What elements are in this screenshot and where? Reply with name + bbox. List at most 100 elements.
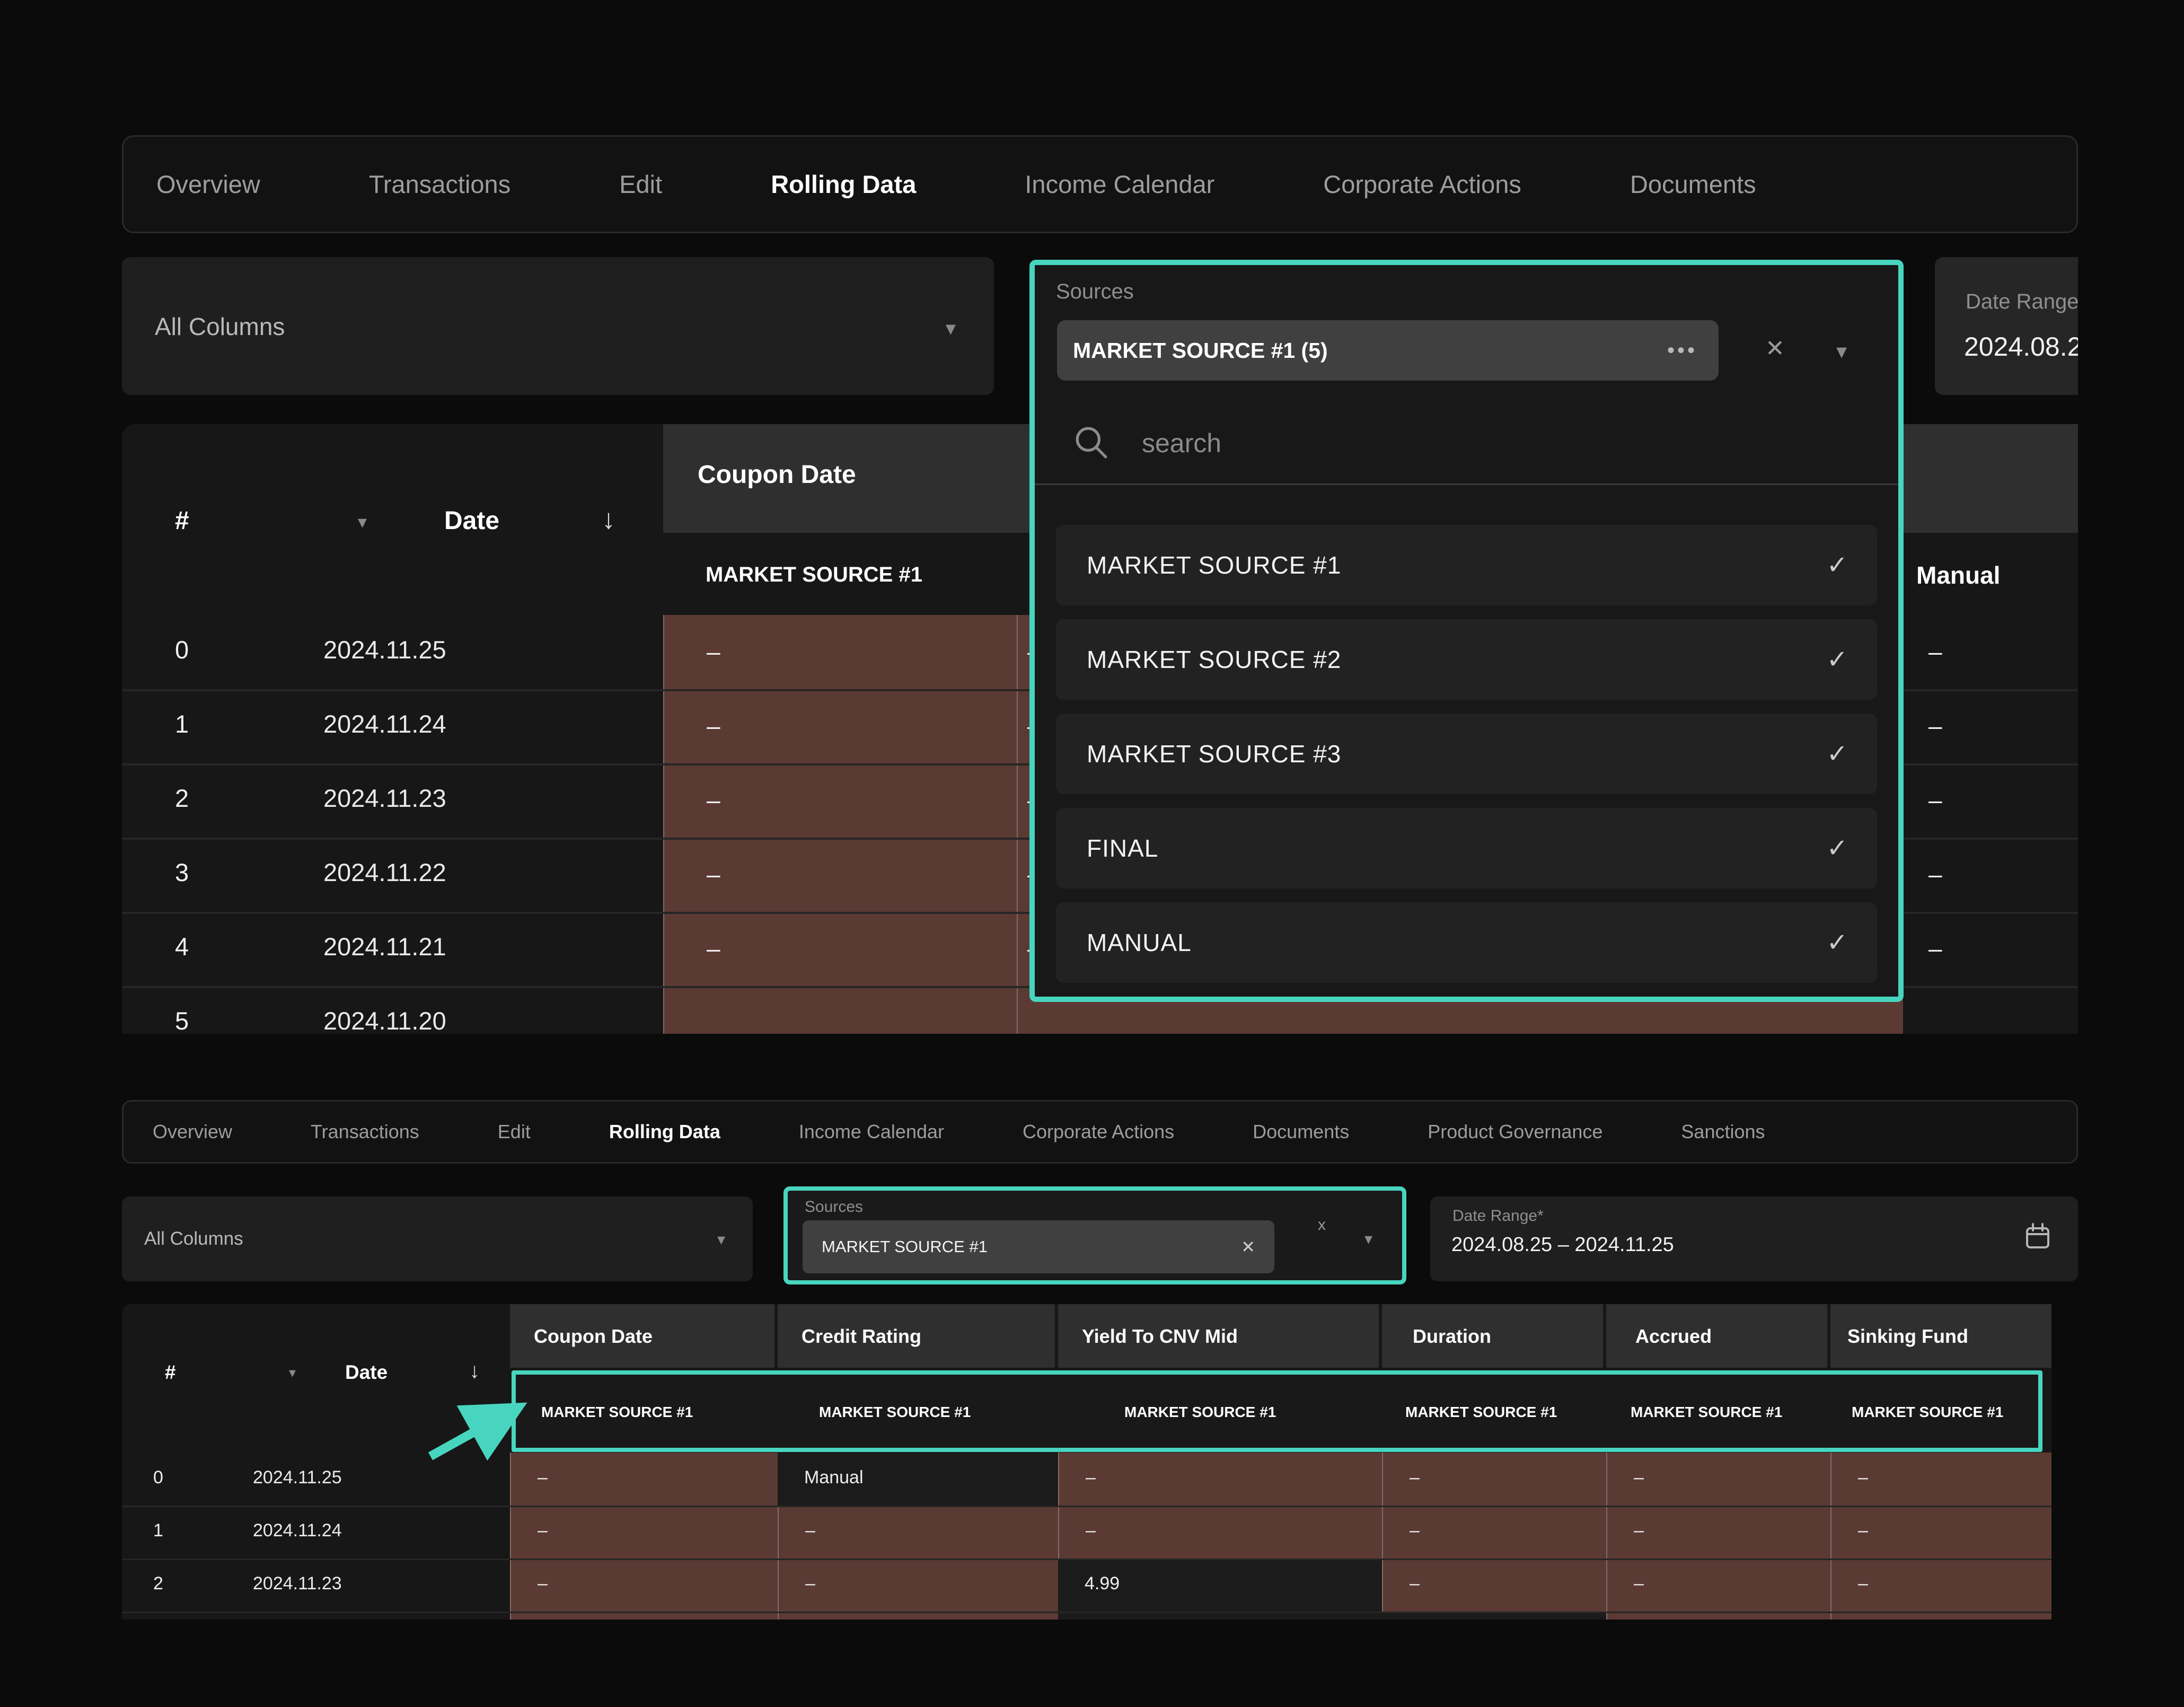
chevron-down-icon[interactable]: ▾ — [717, 1230, 725, 1249]
option-final[interactable]: FINAL ✓ — [1056, 808, 1877, 888]
row-date: 2024.11.23 — [323, 784, 446, 813]
page: Overview Transactions Edit Rolling Data … — [0, 0, 2184, 1707]
row-index: 5 — [175, 1006, 189, 1034]
sources-chip[interactable]: MARKET SOURCE #1 (5) ••• — [1057, 320, 1719, 381]
row-index: 1 — [175, 709, 189, 738]
column-header: Coupon Date — [510, 1304, 774, 1368]
sources-chip[interactable]: MARKET SOURCE #1 ✕ — [803, 1220, 1274, 1273]
tab-documents[interactable]: Documents — [1253, 1121, 1349, 1143]
sort-descending-icon[interactable]: ↓ — [469, 1359, 480, 1383]
table-cell: – — [1382, 1559, 1606, 1612]
tab-edit[interactable]: Edit — [619, 170, 662, 199]
row-index: 1 — [153, 1520, 163, 1541]
tab-documents[interactable]: Documents — [1630, 170, 1756, 199]
bottom-tab-bar: Overview Transactions Edit Rolling Data … — [122, 1100, 2078, 1164]
tab-rolling-data[interactable]: Rolling Data — [609, 1121, 720, 1143]
tab-edit[interactable]: Edit — [498, 1121, 531, 1143]
tab-income-calendar[interactable]: Income Calendar — [1025, 170, 1214, 199]
chevron-down-icon[interactable]: ▾ — [946, 316, 956, 340]
column-header: Sinking Fund — [1830, 1304, 2051, 1368]
option-market-source-1[interactable]: MARKET SOURCE #1 ✓ — [1056, 525, 1877, 605]
check-icon: ✓ — [1827, 550, 1848, 580]
table-cell: – — [778, 1559, 1058, 1612]
table-cell: – — [1928, 637, 1942, 666]
row-date: 2024.11.25 — [323, 635, 446, 664]
row-date: 2024.11.22 — [323, 858, 446, 887]
rolling-data-table: Coupon Date Credit Rating Yield To CNV M… — [122, 1304, 2051, 1620]
clear-icon[interactable]: ✕ — [1765, 335, 1785, 362]
row-date: 2024.11.23 — [253, 1573, 342, 1594]
row-index: 4 — [175, 932, 189, 961]
index-caret-icon[interactable]: ▾ — [358, 512, 367, 533]
sources-label: Sources — [805, 1198, 863, 1216]
table-cell: – — [510, 1559, 778, 1612]
sort-descending-icon[interactable]: ↓ — [602, 504, 615, 535]
sources-chip-label: MARKET SOURCE #1 — [822, 1237, 988, 1256]
option-market-source-3[interactable]: MARKET SOURCE #3 ✓ — [1056, 714, 1877, 794]
table-cell: – — [1830, 1453, 2051, 1506]
tab-overview[interactable]: Overview — [153, 1121, 232, 1143]
date-range-field[interactable]: Date Range 2024.08.25 — [1935, 257, 2078, 395]
check-icon: ✓ — [1827, 833, 1848, 863]
tab-sanctions[interactable]: Sanctions — [1681, 1121, 1765, 1143]
table-cell: – — [663, 912, 1017, 986]
source-row-highlight: MARKET SOURCE #1 MARKET SOURCE #1 MARKET… — [512, 1370, 2042, 1452]
sources-dropdown: Sources MARKET SOURCE #1 (5) ••• ✕ ▾ MAR… — [1029, 260, 1904, 1002]
subheader-market-source-1: MARKET SOURCE #1 — [706, 563, 922, 587]
row-date: 2024.11.25 — [253, 1467, 342, 1488]
date-range-label: Date Range* — [1452, 1207, 1544, 1225]
all-columns-value: All Columns — [155, 312, 285, 341]
table-cell: – — [1606, 1453, 1830, 1506]
sources-label: Sources — [1056, 280, 1134, 304]
option-market-source-2[interactable]: MARKET SOURCE #2 ✓ — [1056, 619, 1877, 700]
chevron-down-icon[interactable]: ▾ — [1836, 339, 1847, 364]
table-cell: – — [510, 1506, 778, 1559]
table-cell: – — [1382, 1506, 1606, 1559]
search-icon — [1073, 424, 1110, 461]
bottom-screenshot: Overview Transactions Edit Rolling Data … — [122, 1095, 2078, 1620]
row-divider — [122, 1559, 2051, 1560]
annotation-arrow — [419, 1397, 530, 1466]
table-cell: – — [1830, 1559, 2051, 1612]
table-cell: – — [1606, 1559, 1830, 1612]
table-cell: – — [1830, 1506, 2051, 1559]
date-range-field[interactable]: Date Range* 2024.08.25 – 2024.11.25 — [1430, 1196, 2078, 1281]
column-header: Accrued — [1606, 1304, 1827, 1368]
tab-rolling-data[interactable]: Rolling Data — [771, 170, 916, 199]
all-columns-select[interactable]: All Columns ▾ — [122, 1196, 753, 1281]
index-column-header: # — [175, 506, 189, 535]
table-cell: – — [1606, 1506, 1830, 1559]
tab-product-governance[interactable]: Product Governance — [1428, 1121, 1602, 1143]
subheader-market-source-1: MARKET SOURCE #1 — [1124, 1404, 1276, 1421]
table-cell: – — [1382, 1453, 1606, 1506]
calendar-icon[interactable] — [2024, 1222, 2051, 1252]
option-manual[interactable]: MANUAL ✓ — [1056, 902, 1877, 983]
search-input[interactable] — [1141, 421, 1779, 465]
tab-overview[interactable]: Overview — [156, 170, 260, 199]
column-header: Yield To CNV Mid — [1058, 1304, 1379, 1368]
top-tab-bar: Overview Transactions Edit Rolling Data … — [122, 135, 2078, 233]
clear-icon[interactable]: x — [1318, 1216, 1326, 1234]
table-cell: – — [510, 1453, 778, 1506]
subheader-manual: Manual — [1916, 561, 2000, 589]
more-options-icon[interactable]: ••• — [1667, 339, 1697, 363]
check-icon: ✓ — [1827, 928, 1848, 957]
tab-corporate-actions[interactable]: Corporate Actions — [1323, 170, 1521, 199]
column-header: Duration — [1382, 1304, 1603, 1368]
table-cell: Manual — [778, 1453, 1058, 1506]
index-caret-icon[interactable]: ▾ — [289, 1365, 296, 1381]
row-date: 2024.11.20 — [323, 1006, 446, 1034]
chevron-down-icon[interactable]: ▾ — [1364, 1230, 1372, 1248]
table-cell: – — [663, 763, 1017, 838]
tab-income-calendar[interactable]: Income Calendar — [799, 1121, 944, 1143]
all-columns-select[interactable]: All Columns ▾ — [122, 257, 994, 395]
tab-transactions[interactable]: Transactions — [369, 170, 510, 199]
chip-remove-icon[interactable]: ✕ — [1241, 1237, 1255, 1257]
table-cell: – — [1058, 1506, 1382, 1559]
table-cell: – — [1058, 1453, 1382, 1506]
table-cell: – — [1928, 786, 1942, 814]
tab-corporate-actions[interactable]: Corporate Actions — [1023, 1121, 1174, 1143]
table-cell: – — [1928, 860, 1942, 888]
tab-transactions[interactable]: Transactions — [311, 1121, 419, 1143]
all-columns-value: All Columns — [144, 1228, 243, 1250]
